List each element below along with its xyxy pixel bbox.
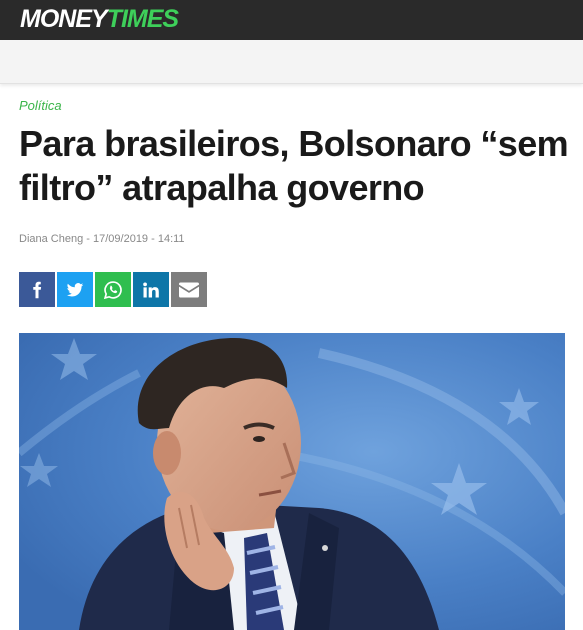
navigation-bar <box>0 40 583 84</box>
share-buttons <box>19 272 207 307</box>
byline-separator: - <box>148 233 158 245</box>
publish-time: 14:11 <box>157 233 185 245</box>
byline-separator: - <box>83 233 93 245</box>
author-name[interactable]: Diana Cheng <box>19 233 83 245</box>
share-twitter-button[interactable] <box>57 272 93 307</box>
byline: Diana Cheng - 17/09/2019 - 14:11 <box>19 233 185 245</box>
share-linkedin-button[interactable] <box>133 272 169 307</box>
category-link[interactable]: Política <box>19 98 62 113</box>
logo-times: TIMES <box>106 5 179 33</box>
linkedin-icon <box>143 282 159 297</box>
publish-date: 17/09/2019 <box>93 233 149 245</box>
share-email-button[interactable] <box>171 272 207 307</box>
site-logo[interactable]: MONEYTIMES <box>20 4 179 34</box>
share-facebook-button[interactable] <box>19 272 55 307</box>
logo-money: MONEY <box>20 5 108 33</box>
article-hero-image <box>19 333 565 630</box>
article-title: Para brasileiros, Bolsonaro “sem filtro”… <box>19 123 569 208</box>
facebook-icon <box>33 281 42 298</box>
email-icon <box>179 282 199 297</box>
whatsapp-icon <box>103 280 122 299</box>
share-whatsapp-button[interactable] <box>95 272 131 307</box>
hero-photo <box>19 333 565 630</box>
twitter-icon <box>66 282 84 297</box>
site-header: MONEYTIMES <box>0 0 583 40</box>
